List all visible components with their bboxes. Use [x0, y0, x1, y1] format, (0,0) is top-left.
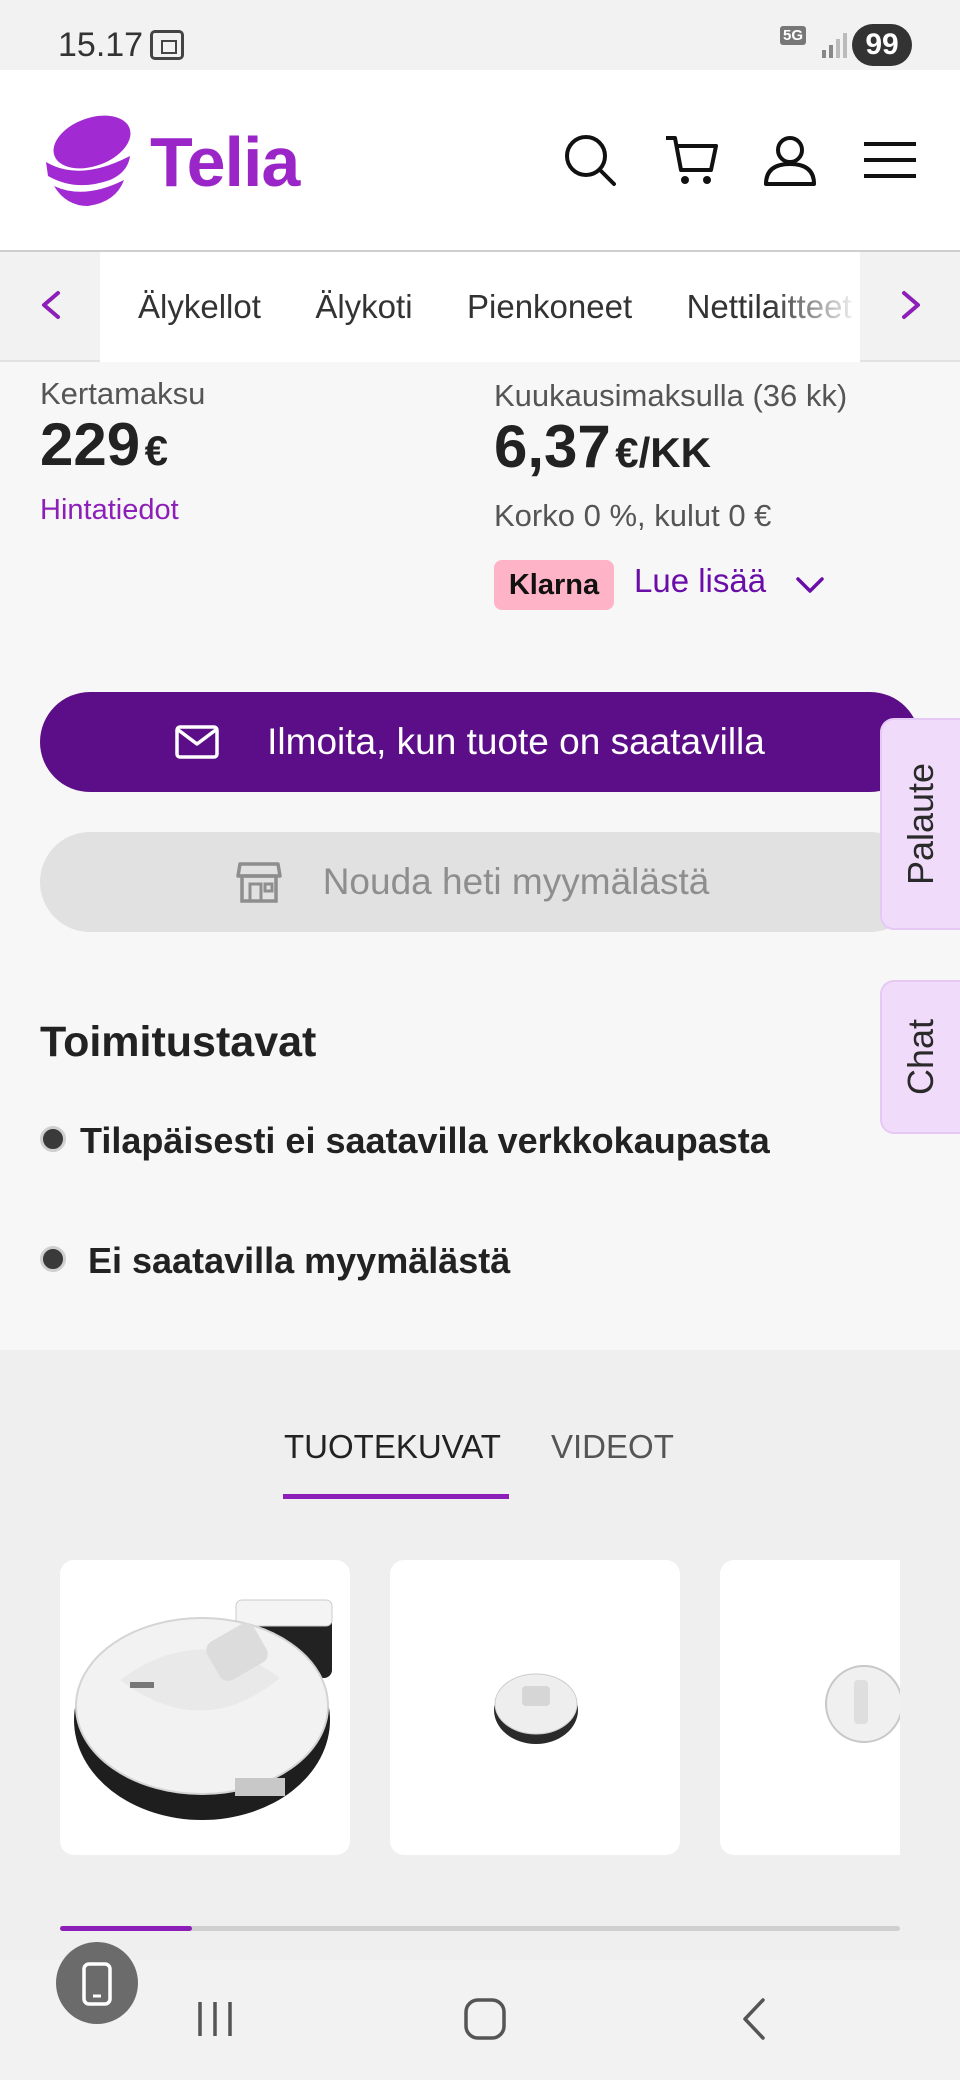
menu-icon[interactable]: [860, 130, 920, 190]
notify-button[interactable]: Ilmoita, kun tuote on saatavilla: [40, 692, 920, 792]
feedback-tab-label: Palaute: [900, 762, 941, 886]
chat-tab[interactable]: Chat: [880, 980, 960, 1134]
pickup-button-label: Nouda heti myymälästä: [322, 861, 710, 902]
system-nav-bar: [0, 1960, 960, 2080]
chevron-right-icon[interactable]: [890, 285, 930, 325]
gallery-scrollbar-thumb[interactable]: [60, 1926, 192, 1931]
store-icon: [236, 862, 282, 903]
category-item[interactable]: Älykellot: [138, 252, 261, 362]
robot-vacuum-image: [825, 1665, 900, 1743]
category-list: Älykellot Älykoti Pienkoneet Nettilaitte…: [100, 252, 860, 362]
category-item[interactable]: Pienkoneet: [467, 252, 632, 362]
klarna-badge: Klarna: [494, 560, 614, 610]
one-time-amount: 229: [40, 411, 141, 478]
mail-icon: [175, 725, 219, 759]
chat-tab-label: Chat: [900, 1018, 941, 1096]
delivery-status-store: Ei saatavilla myymälästä: [88, 1240, 511, 1281]
one-time-label: Kertamaksu: [40, 376, 206, 411]
chevron-down-icon[interactable]: [792, 570, 828, 600]
recent-apps-icon[interactable]: [190, 1994, 240, 2044]
delivery-title: Toimitustavat: [40, 1018, 317, 1066]
tab-product-images[interactable]: TUOTEKUVAT: [284, 1428, 501, 1466]
site-header: Telia: [0, 70, 960, 252]
active-tab-indicator: [283, 1494, 509, 1499]
user-icon[interactable]: [760, 130, 820, 190]
price-info-link[interactable]: Hintatiedot: [40, 494, 179, 527]
product-thumbnail[interactable]: [60, 1560, 350, 1855]
back-icon[interactable]: [730, 1994, 780, 2044]
status-time: 15.17: [58, 26, 144, 64]
device-fab[interactable]: [56, 1942, 138, 2024]
monthly-amount: 6,37: [494, 413, 611, 480]
screenshot-icon: [150, 30, 184, 60]
one-time-price: 229 €: [40, 410, 168, 479]
chevron-left-icon[interactable]: [32, 285, 72, 325]
category-nav: Älykellot Älykoti Pienkoneet Nettilaitte…: [0, 252, 960, 362]
pickup-button[interactable]: Nouda heti myymälästä: [40, 832, 920, 932]
one-time-currency: €: [144, 427, 168, 474]
monthly-price: 6,37 €/KK: [494, 412, 711, 481]
robot-vacuum-image: [74, 1599, 333, 1820]
notify-button-label: Ilmoita, kun tuote on saatavilla: [267, 721, 765, 762]
status-dot-icon: [40, 1126, 66, 1152]
signal-icon: [822, 33, 847, 58]
status-bar: 15.17 5G 99: [0, 0, 960, 70]
read-more-link[interactable]: Lue lisää: [634, 562, 766, 600]
feedback-tab[interactable]: Palaute: [880, 718, 960, 930]
delivery-status-online: Tilapäisesti ei saatavilla verkkokaupast…: [80, 1120, 770, 1161]
status-dot-icon: [40, 1246, 66, 1272]
telia-logo-icon[interactable]: [40, 110, 136, 210]
media-gallery: TUOTEKUVAT VIDEOT: [0, 1350, 960, 1960]
tab-videos[interactable]: VIDEOT: [551, 1428, 674, 1466]
category-item[interactable]: Älykoti: [315, 252, 412, 362]
battery-indicator: 99: [852, 24, 912, 66]
network-type: 5G: [780, 26, 807, 45]
fade-overlay: [770, 252, 860, 362]
product-thumbnail[interactable]: [720, 1560, 900, 1855]
monthly-label: Kuukausimaksulla (36 kk): [494, 378, 848, 413]
monthly-terms: Korko 0 %, kulut 0 €: [494, 498, 772, 533]
robot-vacuum-image: [494, 1673, 578, 1744]
home-icon[interactable]: [460, 1994, 510, 2044]
brand-name[interactable]: Telia: [150, 122, 300, 202]
search-icon[interactable]: [560, 130, 620, 190]
phone-icon: [82, 1962, 112, 2006]
product-thumbnail[interactable]: [390, 1560, 680, 1855]
cart-icon[interactable]: [662, 130, 722, 190]
monthly-unit: €/KK: [615, 429, 711, 476]
